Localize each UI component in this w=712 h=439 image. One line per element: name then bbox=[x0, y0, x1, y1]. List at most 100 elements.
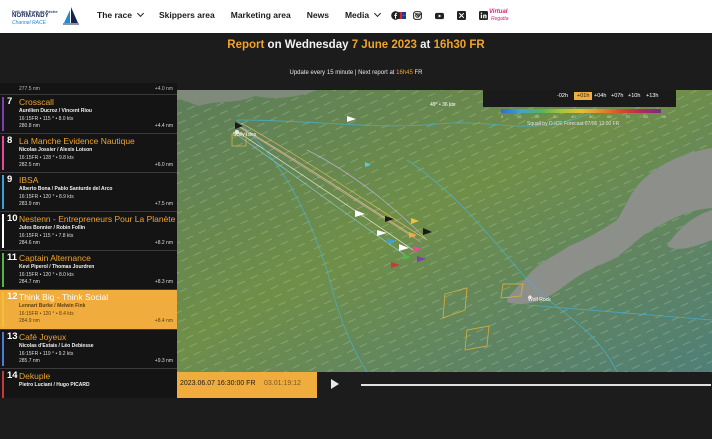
row-gap: +4.4 nm bbox=[154, 123, 173, 129]
row-distance: 282.5 nm bbox=[19, 162, 40, 168]
leaderboard-row[interactable]: 9 IBSA Alberto Bona / Pablo Santurde del… bbox=[0, 173, 177, 212]
skippers: Nicolas Jossier / Alexis Loison bbox=[19, 147, 93, 153]
page-footer-band bbox=[0, 398, 712, 439]
team-color-bar bbox=[2, 371, 4, 398]
map-canvas[interactable] bbox=[177, 90, 712, 372]
scale-value: 10 bbox=[516, 114, 522, 119]
scale-value: 70 bbox=[625, 114, 630, 119]
time-button[interactable]: +13h bbox=[646, 93, 658, 99]
position-info: 16:15FR • 119 ° • 9.2 kts bbox=[19, 351, 74, 357]
time-button[interactable]: +07h bbox=[611, 93, 623, 99]
position-info: 16:15FR • 120 ° • 8.9 kts bbox=[19, 194, 74, 200]
logo-sub: Channel RACE bbox=[12, 20, 46, 26]
row-gap: +4.0 nm bbox=[154, 86, 173, 92]
forecast-source: Squall by D-ICE Forecast 07/06 12:00 FR bbox=[527, 121, 620, 127]
time-button[interactable]: +04h bbox=[594, 93, 606, 99]
skippers: Lennart Burke / Melwin Fink bbox=[19, 303, 86, 309]
row-gap: +6.0 nm bbox=[154, 162, 173, 168]
menu-label: The race bbox=[97, 10, 132, 20]
time-button[interactable]: +10h bbox=[628, 93, 640, 99]
chevron-down-icon bbox=[136, 9, 145, 18]
timeline: 2023.06.07 16:30:00 FR 03.01:19:12 bbox=[177, 372, 712, 398]
report-time: 16h30 FR bbox=[433, 39, 485, 51]
report-at: at bbox=[420, 39, 431, 51]
leaderboard-row[interactable]: 10 Nestenn - Entrepreneurs Pour La Planè… bbox=[0, 212, 177, 251]
youtube-icon[interactable] bbox=[435, 11, 444, 20]
team-color-bar bbox=[2, 253, 4, 287]
row-distance: 280.8 nm bbox=[19, 123, 40, 129]
map-label-islands: Scilly Isles bbox=[233, 132, 257, 138]
row-distance: 284.9 nm bbox=[19, 318, 40, 324]
boat-name: La Manche Evidence Nautique bbox=[19, 136, 135, 146]
boat-name: Think Big - Think Social bbox=[19, 292, 109, 302]
menu-label: Media bbox=[344, 10, 370, 20]
skippers: Nicolas d'Estais / Léo Debiesse bbox=[19, 343, 94, 349]
leaderboard-row[interactable]: 11 Captain Alternance Kevi Piperol / Tho… bbox=[0, 251, 177, 290]
menu-the-race[interactable]: The race bbox=[97, 9, 145, 20]
menu-marketing-area[interactable]: Marketing area bbox=[231, 10, 291, 20]
row-distance: 283.9 nm bbox=[19, 201, 40, 207]
leaderboard[interactable]: 277.5 nm +4.0 nm 7 Crosscall Aurélien Du… bbox=[0, 83, 177, 398]
leaderboard-row-partial[interactable]: 277.5 nm +4.0 nm bbox=[0, 83, 177, 95]
leaderboard-row[interactable]: 14 Dekuple Pietro Luciani / Hugo PICARD bbox=[0, 369, 177, 398]
time-button[interactable]: -02h bbox=[557, 93, 568, 99]
leaderboard-row[interactable]: 8 La Manche Evidence Nautique Nicolas Jo… bbox=[0, 134, 177, 173]
race-map[interactable] bbox=[177, 90, 712, 372]
scale-value: 80 bbox=[643, 114, 648, 119]
next-report-tz: FR bbox=[414, 70, 423, 76]
leaderboard-row[interactable]: 7 Crosscall Aurélien Ducroz / Vincent Ri… bbox=[0, 95, 177, 134]
row-distance: 284.6 nm bbox=[19, 240, 40, 246]
chevron-down-icon bbox=[374, 9, 382, 18]
menu-label: Marketing area bbox=[230, 10, 291, 20]
menu-media[interactable]: Media bbox=[344, 9, 382, 20]
rank: 12 bbox=[7, 291, 18, 302]
scale-value: 50 bbox=[589, 114, 594, 119]
top-navigation: Défi des Ports de Pêche NORMANDY Channel… bbox=[0, 0, 712, 33]
instagram-icon[interactable] bbox=[413, 11, 422, 20]
virtual-regatta-logo[interactable]: Virtual Regatta bbox=[485, 8, 517, 24]
report-date: 7 June 2023 bbox=[351, 39, 417, 51]
leaderboard-row[interactable]: 13 Café Joyeux Nicolas d'Estais / Léo De… bbox=[0, 330, 177, 369]
boat-name: Café Joyeux bbox=[19, 332, 67, 342]
leaderboard-row-selected[interactable]: 12 Think Big - Think Social Lennart Burk… bbox=[0, 290, 177, 330]
logo-name: NORMANDY bbox=[12, 13, 49, 19]
menu-skippers-area[interactable]: Skippers area bbox=[159, 10, 215, 20]
row-distance: 284.7 nm bbox=[19, 279, 40, 285]
position-info: 16:15FR • 115 ° • 7.8 kts bbox=[19, 233, 74, 239]
team-color-bar bbox=[2, 136, 4, 170]
team-color-bar bbox=[2, 97, 4, 131]
race-elapsed-time: 03.01:19:12 bbox=[264, 380, 301, 387]
update-info: Update every 15 minute | Next report at … bbox=[0, 70, 712, 76]
row-gap: +8.3 nm bbox=[154, 279, 173, 285]
skippers: Alberto Bona / Pablo Santurde del Arco bbox=[19, 186, 113, 192]
normandy-channel-race-logo[interactable]: Défi des Ports de Pêche NORMANDY Channel… bbox=[12, 6, 79, 28]
row-distance: 285.7 nm bbox=[19, 358, 40, 364]
timeline-track[interactable] bbox=[361, 384, 711, 386]
rank: 11 bbox=[7, 252, 18, 263]
boat-name: Crosscall bbox=[19, 97, 54, 107]
skippers: Aurélien Ducroz / Vincent Riou bbox=[19, 108, 92, 114]
row-gap: +8.2 nm bbox=[154, 240, 173, 246]
forecast-time-controls: -02h +01h +04h +07h +10h +13h bbox=[483, 90, 676, 107]
team-color-bar bbox=[2, 175, 4, 209]
facebook-icon[interactable] bbox=[391, 11, 400, 20]
play-icon[interactable] bbox=[331, 379, 339, 389]
next-report-time: 16h45 bbox=[396, 70, 413, 76]
scale-value: 30 bbox=[553, 114, 558, 119]
row-gap: +7.5 nm bbox=[154, 201, 173, 207]
timeline-datetime-box: 2023.06.07 16:30:00 FR 03.01:19:12 bbox=[177, 372, 317, 398]
wind-scale: 0 10 20 30 40 50 60 70 80 90 bbox=[501, 114, 666, 119]
wind-color-ramp bbox=[501, 109, 661, 113]
scale-value: 20 bbox=[534, 114, 540, 119]
team-color-bar bbox=[2, 292, 4, 327]
x-twitter-icon[interactable] bbox=[457, 11, 466, 20]
boat-name: Nestenn - Entrepreneurs Pour La Planète bbox=[19, 214, 176, 224]
skippers: Jules Bonnier / Robin Follin bbox=[19, 225, 86, 231]
main-menu: The race Skippers area Marketing area Ne… bbox=[97, 9, 437, 20]
timeline-datetime: 2023.06.07 16:30:00 FR bbox=[180, 380, 256, 387]
wind-legend: 0 10 20 30 40 50 60 70 80 90 Squall by D… bbox=[487, 107, 673, 127]
time-button-active[interactable]: +01h bbox=[574, 92, 593, 100]
update-text: Update every 15 minute | Next report at bbox=[289, 70, 395, 76]
row-distance: 277.5 nm bbox=[19, 86, 40, 92]
menu-news[interactable]: News bbox=[307, 10, 329, 20]
